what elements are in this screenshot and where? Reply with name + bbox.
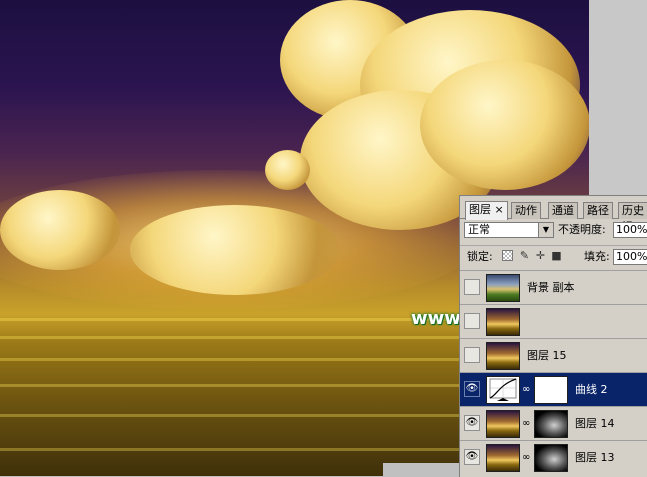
layer-row[interactable] — [460, 304, 647, 339]
visibility-toggle[interactable] — [464, 347, 480, 363]
curve-graph-icon — [489, 378, 517, 401]
opacity-value: 100% — [616, 223, 647, 236]
fill-input[interactable]: 100% — [613, 249, 647, 265]
tab-label: 通道 — [552, 204, 574, 217]
chevron-down-icon[interactable]: ▼ — [538, 223, 553, 237]
layer-mask-thumbnail[interactable] — [534, 410, 568, 438]
workspace-background — [589, 0, 647, 195]
tab-label: 图层 — [469, 203, 491, 216]
link-icon[interactable]: ∞ — [522, 451, 530, 464]
opacity-input[interactable]: 100% — [613, 222, 647, 238]
move-icon[interactable]: ✛ — [535, 250, 546, 261]
tab-history[interactable]: 历史记 — [618, 202, 647, 233]
cloud — [265, 150, 310, 190]
panel-tabs: 图层 × 动作 通道 路径 历史记 — [460, 196, 647, 233]
close-icon[interactable]: × — [495, 203, 504, 216]
tab-actions[interactable]: 动作 — [511, 202, 541, 219]
layer-mask-thumbnail[interactable] — [534, 376, 568, 404]
link-icon[interactable]: ∞ — [522, 417, 530, 430]
layer-thumbnail — [486, 444, 520, 472]
layer-name: 图层 15 — [527, 349, 567, 362]
layer-row-selected[interactable]: 👁 ∞ 曲线 2 — [460, 372, 647, 407]
tab-channels[interactable]: 通道 — [548, 202, 578, 219]
layer-row[interactable]: 背景 副本 — [460, 270, 647, 305]
curves-adjustment-icon — [486, 376, 520, 404]
eye-icon[interactable]: 👁 — [464, 381, 480, 397]
layer-name: 曲线 2 — [575, 383, 608, 396]
visibility-toggle[interactable] — [464, 313, 480, 329]
fill-label: 填充: — [584, 250, 610, 263]
tab-label: 动作 — [515, 204, 537, 217]
visibility-toggle[interactable] — [464, 279, 480, 295]
tab-layers[interactable]: 图层 × — [465, 201, 508, 220]
lock-icon[interactable]: ■ — [551, 250, 562, 261]
blend-mode-select[interactable]: 正常 ▼ — [464, 222, 554, 238]
layer-row[interactable]: 👁 ∞ 图层 14 — [460, 406, 647, 441]
opacity-label: 不透明度: — [558, 223, 606, 236]
layer-row[interactable]: 👁 ∞ 图层 13 — [460, 440, 647, 475]
layer-thumbnail — [486, 410, 520, 438]
lock-transparent-icon[interactable] — [502, 250, 513, 261]
brush-icon[interactable]: ✎ — [519, 250, 530, 261]
lock-row: 锁定: ✎ ✛ ■ 填充: 100% — [460, 245, 647, 268]
layer-thumbnail — [486, 274, 520, 302]
layer-mask-thumbnail[interactable] — [534, 444, 568, 472]
link-icon[interactable]: ∞ — [522, 383, 530, 396]
layers-panel: 图层 × 动作 通道 路径 历史记 正常 ▼ 不透明度: 100% 锁定: ✎ … — [459, 195, 647, 477]
lock-label: 锁定: — [467, 250, 493, 263]
tab-label: 路径 — [587, 204, 609, 217]
cloud — [0, 190, 120, 270]
layer-thumbnail — [486, 308, 520, 336]
canvas-bottom-edge — [383, 463, 459, 476]
tab-paths[interactable]: 路径 — [583, 202, 613, 219]
cloud — [420, 60, 589, 190]
eye-icon[interactable]: 👁 — [464, 449, 480, 465]
blend-options-row: 正常 ▼ 不透明度: 100% — [460, 219, 647, 241]
fill-value: 100% — [616, 250, 647, 263]
layer-name: 图层 14 — [575, 417, 615, 430]
layer-name: 图层 13 — [575, 451, 615, 464]
blend-mode-value: 正常 — [468, 223, 490, 236]
eye-icon[interactable]: 👁 — [464, 415, 480, 431]
layer-thumbnail — [486, 342, 520, 370]
layer-name: 背景 副本 — [527, 281, 575, 294]
cloud — [130, 205, 340, 295]
layer-row[interactable]: 图层 15 — [460, 338, 647, 373]
